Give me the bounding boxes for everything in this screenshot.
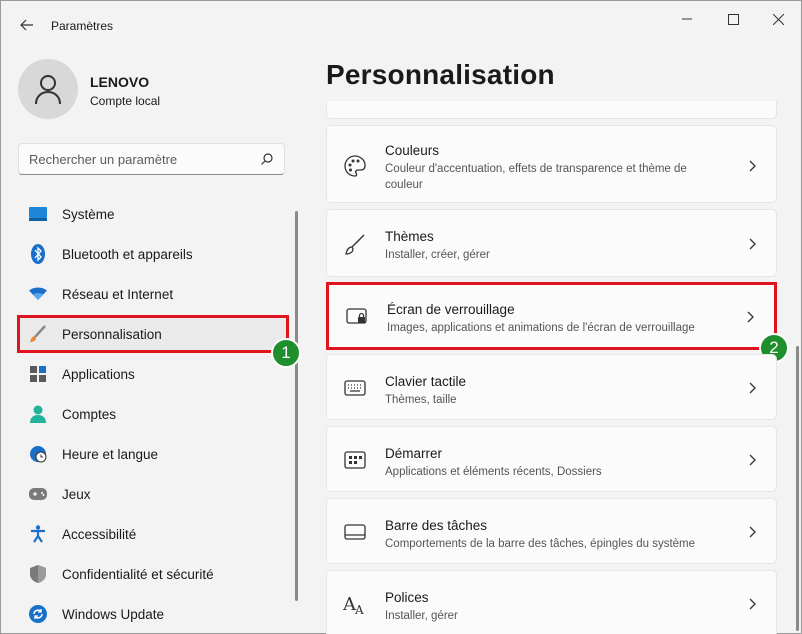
svg-text:A: A xyxy=(354,603,364,615)
card-subtitle: Couleur d'accentuation, effets de transp… xyxy=(385,163,687,191)
arrow-left-icon xyxy=(20,19,33,31)
card-subtitle: Thèmes, taille xyxy=(385,394,457,406)
card-title: Couleurs xyxy=(385,143,440,158)
sidebar-item-heure-langue[interactable]: Heure et langue xyxy=(18,436,288,472)
sidebar-item-comptes[interactable]: Comptes xyxy=(18,396,288,432)
sidebar-item-windows-update[interactable]: Windows Update xyxy=(18,596,288,632)
sidebar-item-label: Jeux xyxy=(62,486,91,502)
card-title: Barre des tâches xyxy=(385,518,488,533)
sidebar-item-confidentialite[interactable]: Confidentialité et sécurité xyxy=(18,556,288,592)
search-box xyxy=(18,143,285,175)
main-scrollbar[interactable] xyxy=(796,346,799,631)
card-demarrer[interactable]: Démarrer Applications et éléments récent… xyxy=(326,426,777,492)
sidebar-item-label: Bluetooth et appareils xyxy=(62,246,193,262)
sidebar-item-label: Confidentialité et sécurité xyxy=(62,566,214,582)
chevron-right-icon xyxy=(749,160,756,172)
annotation-badge-1: 1 xyxy=(271,338,301,368)
app-title: Paramètres xyxy=(51,19,114,33)
chevron-right-icon xyxy=(749,526,756,538)
sidebar-scrollbar[interactable] xyxy=(295,211,298,601)
sidebar-item-jeux[interactable]: Jeux xyxy=(18,476,288,512)
minimize-button[interactable] xyxy=(664,5,710,33)
chevron-right-icon xyxy=(749,238,756,250)
chevron-right-icon xyxy=(749,454,756,466)
sidebar-nav: Système Bluetooth et appareils Réseau et… xyxy=(18,196,288,634)
sidebar-item-label: Réseau et Internet xyxy=(62,286,174,302)
card-barre-taches[interactable]: Barre des tâches Comportements de la bar… xyxy=(326,498,777,564)
sidebar-item-label: Heure et langue xyxy=(62,446,159,462)
card-subtitle: Installer, créer, gérer xyxy=(385,249,490,261)
minimize-icon xyxy=(682,18,692,20)
card-subtitle: Images, applications et animations de l'… xyxy=(387,322,695,334)
sidebar-item-label: Système xyxy=(62,206,115,222)
close-icon xyxy=(772,13,784,25)
card-title: Démarrer xyxy=(385,446,443,461)
sidebar-item-reseau[interactable]: Réseau et Internet xyxy=(18,276,288,312)
card-ecran-verrouillage[interactable]: Écran de verrouillage Images, applicatio… xyxy=(326,282,777,350)
lock-screen-icon xyxy=(345,305,369,329)
sidebar-item-applications[interactable]: Applications xyxy=(18,356,288,392)
card-subtitle: Installer, gérer xyxy=(385,610,458,622)
search-input[interactable] xyxy=(19,144,249,174)
chevron-right-icon xyxy=(749,382,756,394)
globe-clock-icon xyxy=(28,444,48,464)
card-title: Clavier tactile xyxy=(385,374,467,389)
card-polices[interactable]: AA Polices Installer, gérer xyxy=(326,570,777,634)
wifi-icon xyxy=(28,284,48,304)
chevron-right-icon xyxy=(747,311,754,323)
accessibility-icon xyxy=(28,524,48,544)
card-title: Thèmes xyxy=(385,229,434,244)
chevron-right-icon xyxy=(749,598,756,610)
card-clavier-tactile[interactable]: Clavier tactile Thèmes, taille xyxy=(326,354,777,420)
sidebar-item-label: Accessibilité xyxy=(62,526,137,542)
sidebar-item-label: Windows Update xyxy=(62,606,165,622)
gamepad-icon xyxy=(28,484,48,504)
account-type: Compte local xyxy=(90,94,161,108)
sidebar-item-accessibilite[interactable]: Accessibilité xyxy=(18,516,288,552)
monitor-icon xyxy=(28,204,48,224)
highlight-box-personnalisation xyxy=(17,315,289,353)
card-subtitle: Comportements de la barre des tâches, ép… xyxy=(385,538,696,550)
update-icon xyxy=(28,604,48,624)
person-icon xyxy=(35,75,61,105)
keyboard-icon xyxy=(343,376,367,400)
card-partial xyxy=(326,101,777,119)
shield-icon xyxy=(28,564,48,584)
sidebar-item-systeme[interactable]: Système xyxy=(18,196,288,232)
palette-icon xyxy=(343,154,367,178)
maximize-icon xyxy=(727,13,739,25)
sidebar-item-bluetooth[interactable]: Bluetooth et appareils xyxy=(18,236,288,272)
sidebar-item-label: Applications xyxy=(62,366,135,382)
apps-icon xyxy=(28,364,48,384)
font-icon: AA xyxy=(343,592,367,616)
page-title: Personnalisation xyxy=(326,59,555,90)
title-bar: Paramètres xyxy=(1,1,801,49)
bluetooth-icon xyxy=(28,244,48,264)
avatar[interactable] xyxy=(18,59,78,119)
card-subtitle: Applications et éléments récents, Dossie… xyxy=(385,466,602,478)
maximize-button[interactable] xyxy=(710,5,756,33)
card-couleurs[interactable]: Couleurs Couleur d'accentuation, effets … xyxy=(326,125,777,203)
user-name: LENOVO xyxy=(90,74,150,90)
person-icon xyxy=(28,404,48,424)
pen-brush-icon xyxy=(343,232,367,256)
search-icon[interactable] xyxy=(260,152,274,166)
close-button[interactable] xyxy=(755,5,801,33)
card-title: Polices xyxy=(385,590,429,605)
sidebar-item-label: Comptes xyxy=(62,406,117,422)
card-title: Écran de verrouillage xyxy=(387,302,515,317)
card-themes[interactable]: Thèmes Installer, créer, gérer xyxy=(326,209,777,277)
start-menu-icon xyxy=(343,448,367,472)
back-button[interactable] xyxy=(15,13,39,37)
taskbar-icon xyxy=(343,520,367,544)
